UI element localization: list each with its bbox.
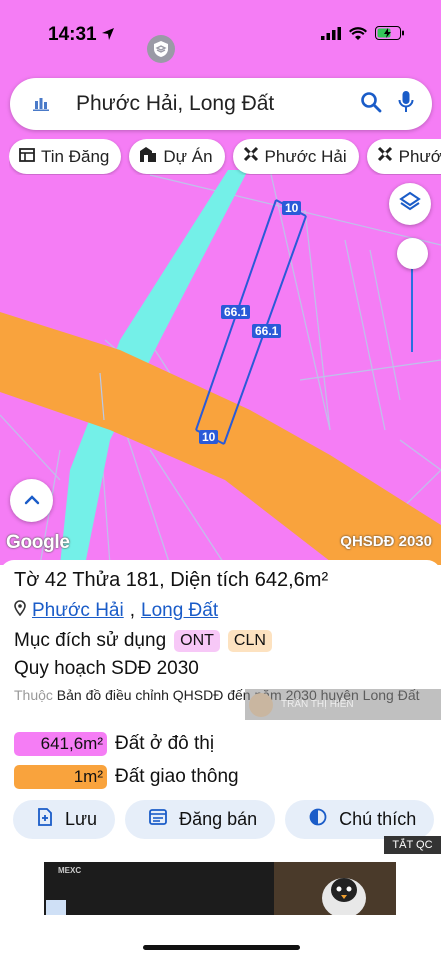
status-bar: 14:31: [0, 0, 441, 70]
home-indicator[interactable]: [143, 945, 300, 950]
shield-icon: [147, 35, 175, 63]
belongs-prefix: Thuộc: [14, 687, 53, 703]
expand-sheet-button[interactable]: [10, 479, 53, 522]
plan-title: Quy hoạch SDĐ 2030: [14, 658, 199, 679]
microphone-icon[interactable]: [398, 90, 414, 119]
save-label: Lưu: [65, 809, 98, 829]
action-buttons: Lưu Đăng bán Chú thích: [13, 800, 441, 840]
dimension-label-top: 10: [282, 201, 302, 215]
parcel-prefix: Thửa: [67, 569, 126, 591]
chip-label: Phước Hải: [264, 146, 347, 166]
chevron-up-icon: [24, 492, 40, 510]
land-use-row-residential: 641,6m² Đất ở đô thị: [14, 732, 214, 756]
purpose-tag-cln: CLN: [227, 630, 272, 652]
purpose-tag-ont: ONT: [174, 630, 220, 652]
search-bar[interactable]: Phước Hải, Long Đất: [10, 78, 432, 130]
address-separator: ,: [129, 600, 135, 621]
legend-label: Chú thích: [339, 809, 417, 829]
sheet-prefix: Tờ: [14, 569, 45, 591]
parcel-area: 642,6m²: [254, 569, 329, 591]
post-for-sale-label: Đăng bán: [179, 809, 258, 829]
tools-icon: [243, 146, 259, 167]
chip-label: Phước Hải: [398, 146, 441, 166]
land-use-label: Đất giao thông: [115, 766, 239, 787]
google-logo: Google: [6, 532, 70, 553]
contrast-icon: [309, 808, 327, 831]
location-arrow-icon: [101, 27, 115, 46]
district-link[interactable]: Long Đất: [141, 600, 218, 622]
chip-du-an[interactable]: Dự Án: [129, 139, 225, 174]
battery-icon: [375, 26, 405, 45]
map-view[interactable]: 10 66.1 66.1 10 14:31 Phước Hải, Long Đấ…: [0, 0, 441, 565]
search-input[interactable]: Phước Hải, Long Đất: [76, 92, 360, 116]
parcel-number: 181: [125, 569, 160, 591]
land-use-row-road: 1m² Đất giao thông: [14, 765, 239, 789]
chip-tin-dang[interactable]: Tin Đăng: [9, 139, 122, 174]
legend-button[interactable]: Chú thích: [285, 800, 435, 839]
post-for-sale-button[interactable]: Đăng bán: [125, 800, 276, 839]
status-time: 14:31: [48, 24, 97, 45]
area-prefix: , Diện tích: [159, 569, 255, 591]
dimension-label-right: 66.1: [252, 324, 282, 338]
land-purpose: Mục đích sử dụng ONT CLN: [14, 630, 272, 652]
close-ad-button[interactable]: TẮT QC: [384, 836, 441, 854]
chip-label: Dự Án: [163, 146, 213, 166]
newspaper-icon: [19, 147, 35, 167]
dimension-label-left: 66.1: [221, 305, 251, 319]
app-logo: [28, 91, 54, 117]
chip-label: Tin Đăng: [41, 146, 110, 166]
layers-button[interactable]: [389, 183, 431, 225]
ad-info-icon[interactable]: [46, 900, 66, 915]
purpose-label: Mục đích sử dụng: [14, 630, 167, 651]
filter-chips: Tin Đăng Dự Án Phước Hải Phước Hải: [9, 139, 441, 175]
pin-icon: [14, 600, 26, 622]
wifi-icon: [349, 26, 367, 45]
watermark-avatar: [249, 692, 273, 717]
chip-phuoc-hai-2[interactable]: Phước Hải: [366, 139, 441, 174]
opacity-slider-knob[interactable]: [397, 238, 428, 269]
tools-icon: [377, 146, 393, 167]
save-button[interactable]: Lưu: [13, 800, 116, 839]
bookmark-add-icon: [37, 808, 53, 831]
land-use-label: Đất ở đô thị: [115, 733, 215, 754]
ad-banner[interactable]: MEXC: [44, 862, 396, 915]
layers-icon: [399, 191, 421, 218]
signal-icon: [321, 26, 341, 45]
sheet-number: 42: [44, 569, 68, 591]
listing-icon: [149, 809, 167, 830]
watermark-name: TRẦN THỊ HIỀN: [281, 699, 354, 710]
parcel-address: Phước Hải, Long Đất: [14, 600, 218, 622]
watermark-overlay: TRẦN THỊ HIỀN: [245, 689, 441, 720]
dimension-label-bottom: 10: [199, 430, 219, 444]
ad-image: [274, 862, 396, 915]
land-use-area: 641,6m²: [14, 732, 107, 756]
buildings-icon: [139, 146, 157, 167]
land-use-area: 1m²: [14, 765, 107, 789]
plan-layer-label: QHSDĐ 2030: [340, 533, 432, 550]
search-icon[interactable]: [360, 91, 382, 118]
ward-link[interactable]: Phước Hải: [32, 600, 124, 622]
parcel-title: Tờ 42 Thửa 181, Diện tích 642,6m²: [14, 569, 328, 592]
chip-phuoc-hai[interactable]: Phước Hải: [232, 139, 359, 174]
